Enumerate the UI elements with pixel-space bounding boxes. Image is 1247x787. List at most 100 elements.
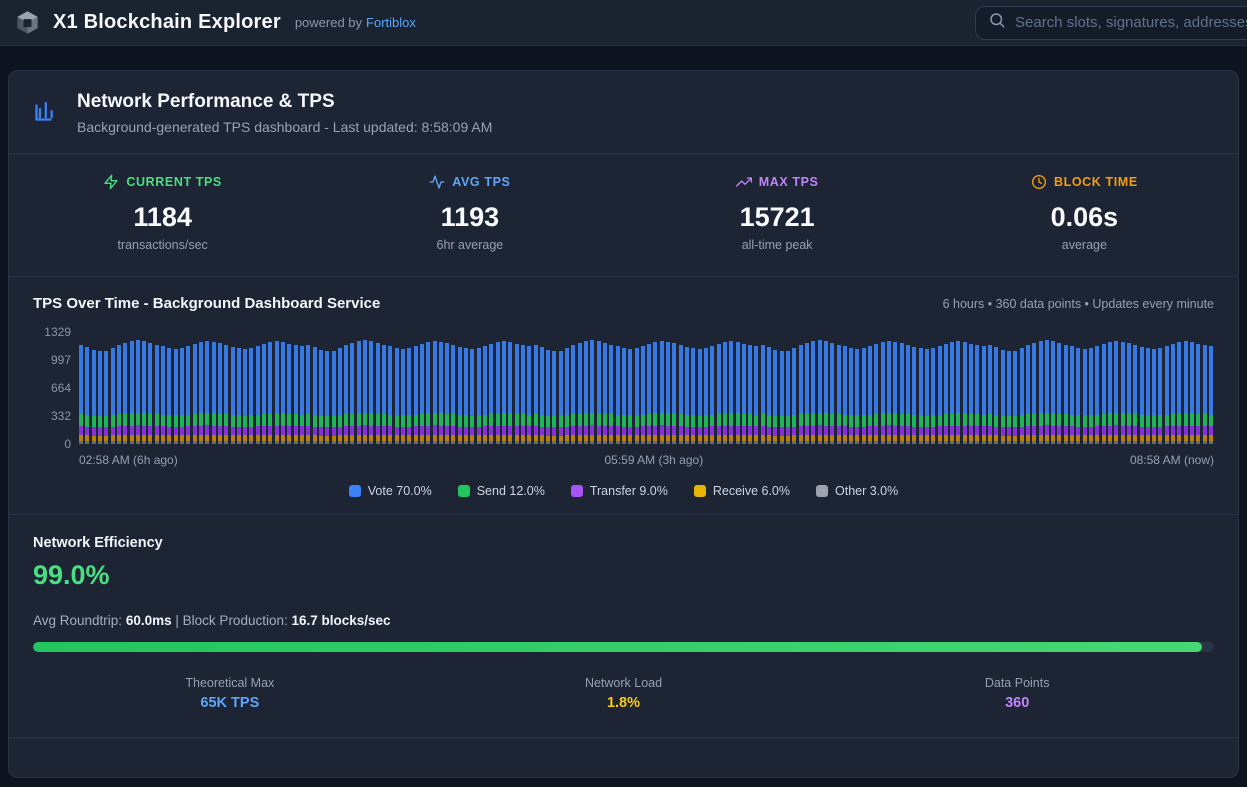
search-icon [988, 11, 1006, 34]
tps-bar [969, 344, 973, 444]
tps-bar [111, 348, 115, 444]
stat-label: MAX TPS [759, 175, 819, 189]
tps-bar [679, 345, 683, 444]
tps-bar [938, 346, 942, 444]
tps-bar [647, 344, 651, 444]
tps-bar [369, 341, 373, 444]
tps-bar [1165, 346, 1169, 444]
tps-bar [407, 348, 411, 444]
tps-bar [350, 343, 354, 444]
tps-bar [1026, 345, 1030, 444]
tps-bar [780, 351, 784, 444]
tps-bar [275, 341, 279, 444]
tps-bar [1045, 340, 1049, 444]
tps-bar [104, 351, 108, 445]
tps-bar [956, 341, 960, 444]
stat-label: AVG TPS [452, 175, 510, 189]
tps-stacked-bars [79, 332, 1214, 444]
fortiblox-link[interactable]: Fortiblox [366, 15, 416, 30]
tps-bar [685, 347, 689, 444]
stats-row: CURRENT TPS1184transactions/secAVG TPS11… [9, 154, 1238, 277]
tps-bar [445, 343, 449, 444]
tps-bar [919, 348, 923, 444]
tps-bar [212, 342, 216, 444]
tps-bar [660, 341, 664, 444]
stat-sub: 6hr average [316, 238, 623, 252]
tps-bar [142, 341, 146, 444]
tps-bar [761, 345, 765, 444]
tps-bar [155, 345, 159, 444]
legend-swatch [694, 485, 706, 497]
tps-bar [830, 343, 834, 444]
tps-bar [792, 348, 796, 444]
tps-bar [1140, 347, 1144, 444]
tps-bar [1127, 343, 1131, 444]
tps-bar [496, 342, 500, 444]
chart-meta: 6 hours • 360 data points • Updates ever… [943, 297, 1214, 311]
tps-bar [710, 346, 714, 444]
stat-sub: average [931, 238, 1238, 252]
legend-label: Vote 70.0% [368, 484, 432, 498]
search-input[interactable] [1015, 14, 1247, 31]
tps-bar [205, 341, 209, 444]
tps-bar [382, 345, 386, 444]
tps-bar [262, 344, 266, 444]
network-performance-card: Network Performance & TPS Background-gen… [8, 70, 1239, 778]
tps-bar [1057, 343, 1061, 444]
tps-bar [451, 345, 455, 444]
tps-bar [616, 346, 620, 444]
tps-bar [123, 343, 127, 444]
tps-bar [470, 349, 474, 444]
tps-bar [1083, 349, 1087, 444]
tps-bar [395, 348, 399, 444]
tps-bar [256, 346, 260, 444]
tps-bar [148, 343, 152, 444]
y-tick-label: 664 [51, 381, 71, 395]
page-subtitle: Background-generated TPS dashboard - Las… [77, 119, 492, 135]
tps-bar [609, 345, 613, 444]
tps-bar [900, 343, 904, 444]
stat-avg-tps: AVG TPS11936hr average [316, 174, 623, 252]
tps-bar [313, 347, 317, 444]
chart-y-axis: 13299976643320 [33, 332, 79, 444]
footer-stat-label: Data Points [820, 676, 1214, 690]
tps-bar [818, 340, 822, 444]
tps-bar [1209, 346, 1213, 444]
tps-bar [1114, 341, 1118, 444]
tps-bar [578, 343, 582, 444]
search-box[interactable] [975, 6, 1247, 40]
efficiency-progress-track [33, 642, 1214, 652]
clock-icon [1031, 174, 1047, 190]
efficiency-title: Network Efficiency [33, 535, 1214, 551]
tps-bar [729, 341, 733, 444]
tps-bar [546, 350, 550, 444]
tps-bar [237, 348, 241, 444]
tps-bar [287, 344, 291, 444]
legend-label: Receive 6.0% [713, 484, 790, 498]
tps-bar [117, 345, 121, 444]
stat-label: CURRENT TPS [126, 175, 222, 189]
tps-bar [906, 345, 910, 444]
stat-value: 0.06s [931, 202, 1238, 233]
tps-bar [1177, 342, 1181, 444]
app-title: X1 Blockchain Explorer [53, 11, 281, 34]
tps-bar [477, 348, 481, 444]
chart-title: TPS Over Time - Background Dashboard Ser… [33, 295, 380, 312]
tps-bar [590, 340, 594, 444]
x-tick-label: 05:59 AM (3h ago) [604, 453, 703, 467]
tps-bar [982, 346, 986, 444]
home-link[interactable]: X1 Blockchain Explorer [14, 9, 281, 36]
stat-max-tps: MAX TPS15721all-time peak [624, 174, 931, 252]
tps-bar [931, 348, 935, 444]
legend-label: Other 3.0% [835, 484, 898, 498]
tps-bar [653, 342, 657, 444]
footer-stat-data-points: Data Points360 [820, 676, 1214, 711]
tps-bar [420, 344, 424, 444]
tps-bar [319, 350, 323, 444]
tps-bar [1001, 350, 1005, 444]
lightning-icon [103, 174, 119, 190]
legend-item-send: Send 12.0% [458, 484, 545, 498]
tps-bar [622, 348, 626, 444]
tps-bar [786, 351, 790, 445]
tps-bar [603, 343, 607, 444]
